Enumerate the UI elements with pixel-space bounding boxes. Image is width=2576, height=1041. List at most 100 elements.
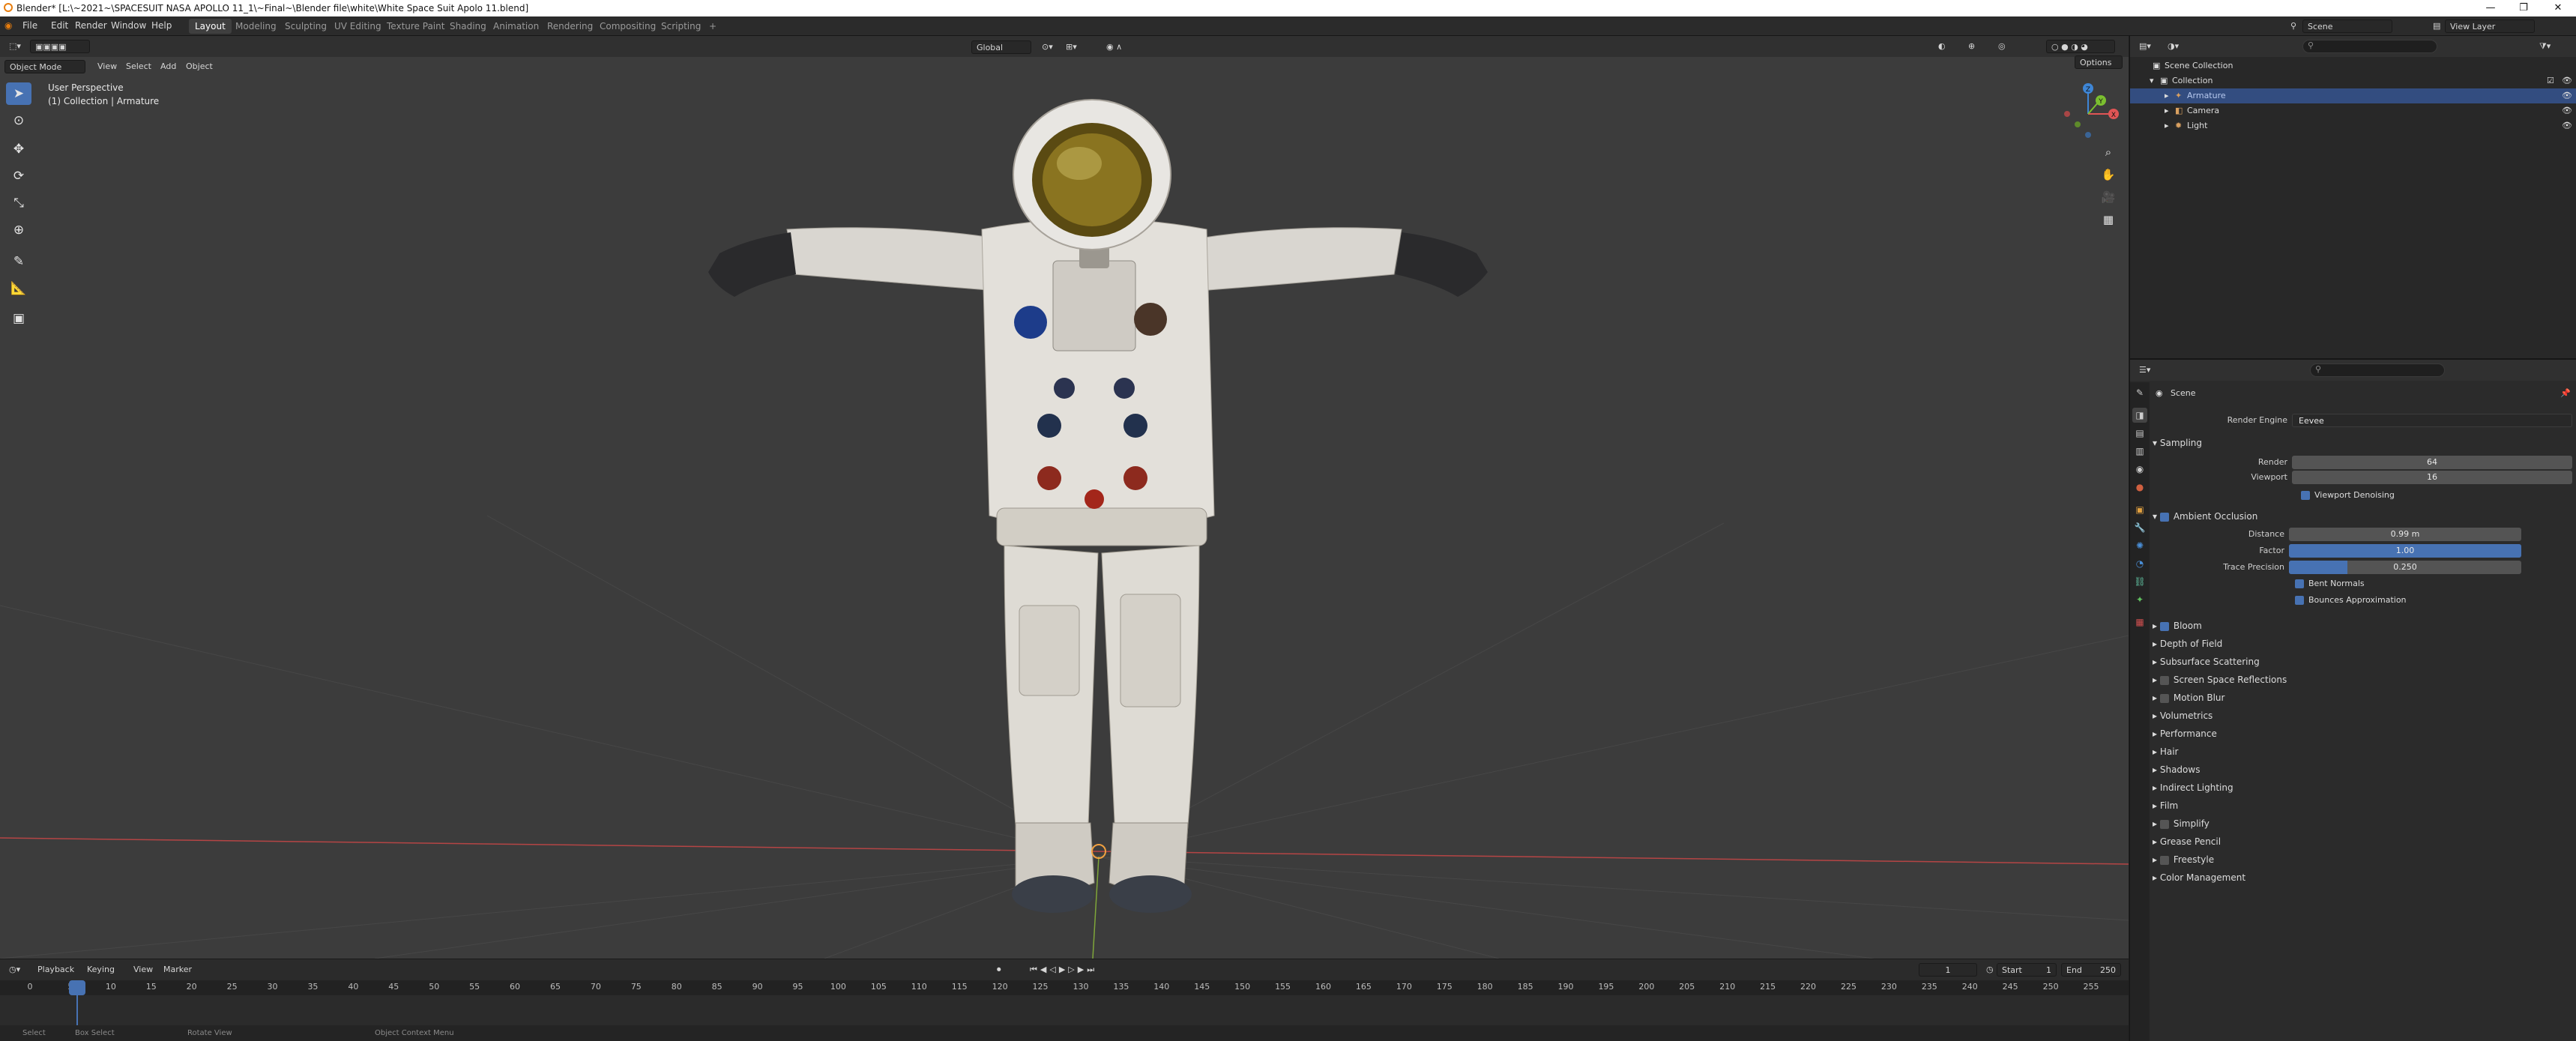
bent-normals-checkbox[interactable]: Bent Normals — [2295, 579, 2365, 588]
property-panel-header[interactable]: ▸ Screen Space Reflections — [2153, 672, 2572, 688]
view-layer-tab-icon[interactable]: ▥ — [2132, 444, 2147, 459]
start-frame-field[interactable]: Start 1 — [1997, 963, 2057, 977]
checkbox-icon[interactable] — [2159, 855, 2169, 865]
sampling-panel-header[interactable]: ▾ Sampling — [2153, 435, 2572, 451]
menu-window[interactable]: Window — [111, 20, 146, 31]
property-panel-header[interactable]: ▸ Indirect Lighting — [2153, 779, 2572, 796]
gizmo-toggle-icon[interactable]: ⊕ — [1964, 40, 1979, 53]
perspective-toggle-icon[interactable]: ▦ — [2099, 210, 2118, 229]
menu-file[interactable]: File — [22, 20, 37, 31]
spacesuit-model[interactable] — [708, 99, 1488, 913]
menu-add[interactable]: Add — [156, 60, 181, 73]
menu-help[interactable]: Help — [151, 20, 172, 31]
scale-tool-button[interactable]: ⤡ — [6, 192, 31, 214]
tab-modeling[interactable]: Modeling — [229, 19, 283, 34]
playback-controls[interactable]: ⏮◀◁▶▷▶⏭ — [1025, 963, 1102, 977]
pin-icon[interactable]: 📌 — [2560, 388, 2571, 398]
maximize-button[interactable]: ❐ — [2506, 0, 2541, 16]
outliner-row[interactable]: ▣ Scene Collection — [2130, 58, 2576, 73]
property-panel-header[interactable]: ▸ Hair — [2153, 743, 2572, 760]
checkbox-checked-icon[interactable] — [2159, 512, 2169, 522]
editor-type-icon[interactable]: ⬚▾ — [4, 40, 25, 53]
menu-render[interactable]: Render — [75, 20, 107, 31]
timeline-editor-type-icon[interactable]: ◷▾ — [4, 963, 25, 977]
tab-sculpting[interactable]: Sculpting — [279, 19, 333, 34]
transform-tool-button[interactable]: ⊕ — [6, 219, 31, 241]
shading-mode-buttons[interactable]: ○ ● ◑ ◕ — [2046, 40, 2115, 53]
property-panel-header[interactable]: ▸ Film — [2153, 797, 2572, 814]
checkbox-icon[interactable]: ☑ — [2547, 73, 2554, 88]
property-panel-header[interactable]: ▸ Color Management — [2153, 869, 2572, 886]
blender-menu-icon[interactable]: ◉ — [4, 20, 12, 31]
minimize-button[interactable]: — — [2473, 0, 2508, 16]
ao-distance-field[interactable]: 0.99 m — [2289, 528, 2521, 541]
tab-texture-paint[interactable]: Texture Paint — [381, 19, 450, 34]
eye-icon[interactable]: 👁 — [2562, 103, 2572, 118]
tab-rendering[interactable]: Rendering — [541, 19, 599, 34]
property-panel-header[interactable]: ▸ Freestyle — [2153, 851, 2572, 868]
3d-viewport[interactable]: X Z Y ⬚▾ ▣▣▣▣ ◐ ⊕ ◎ ○ ● ◑ ◕ Options Obje… — [0, 36, 2129, 959]
checkbox-icon[interactable] — [2159, 819, 2169, 829]
expand-arrow-icon[interactable]: ▸ — [2165, 118, 2169, 133]
checkbox-icon[interactable] — [2159, 621, 2169, 631]
ao-trace-precision-slider[interactable]: 0.250 — [2289, 561, 2521, 574]
measure-tool-button[interactable]: 📐 — [6, 277, 31, 300]
ao-factor-slider[interactable]: 1.00 — [2289, 544, 2521, 558]
end-frame-field[interactable]: End 250 — [2061, 963, 2121, 977]
property-panel-header[interactable]: ▸ Bloom — [2153, 618, 2572, 634]
cursor-tool-button[interactable]: ⊙ — [6, 109, 31, 132]
view-layer-icon[interactable]: ▤ — [2428, 19, 2445, 33]
object-tab-icon[interactable]: ▣ — [2132, 502, 2147, 517]
outliner-row[interactable]: ▸ ◧ Camera 👁 — [2130, 103, 2576, 118]
outliner-row-selected[interactable]: ▸ ✦ Armature 👁 — [2130, 88, 2576, 103]
object-mode-dropdown[interactable]: Object Mode — [4, 60, 85, 73]
tab-scripting[interactable]: Scripting — [655, 19, 707, 34]
filter-icon[interactable]: ⧩▾ — [2535, 40, 2555, 53]
eye-icon[interactable]: 👁 — [2562, 118, 2572, 133]
camera-view-icon[interactable]: 🎥 — [2099, 187, 2118, 207]
navigation-gizmo[interactable]: X Z Y — [2064, 83, 2119, 138]
property-panel-header[interactable]: ▸ Grease Pencil — [2153, 833, 2572, 850]
physics-tab-icon[interactable]: ◔ — [2132, 556, 2147, 571]
menu-playback[interactable]: Playback — [33, 963, 79, 977]
property-panel-header[interactable]: ▸ Performance — [2153, 725, 2572, 742]
rotate-tool-button[interactable]: ⟳ — [6, 165, 31, 187]
properties-search-input[interactable]: ⚲ — [2310, 363, 2445, 377]
outliner-row[interactable]: ▸ ✹ Light 👁 — [2130, 118, 2576, 133]
viewport-samples-field[interactable]: 16 — [2292, 471, 2572, 484]
checkbox-icon[interactable] — [2159, 693, 2169, 703]
zoom-icon[interactable]: ⌕ — [2099, 142, 2118, 162]
add-workspace-button[interactable]: + — [703, 19, 723, 34]
menu-marker[interactable]: Marker — [159, 963, 196, 977]
tab-uv-editing[interactable]: UV Editing — [328, 19, 387, 34]
scene-icon[interactable]: ⚲ — [2286, 19, 2301, 33]
view-layer-selector[interactable]: View Layer — [2445, 19, 2535, 33]
close-button[interactable]: ✕ — [2541, 0, 2575, 16]
render-engine-dropdown[interactable]: Eevee — [2292, 414, 2572, 427]
property-panel-header[interactable]: ▸ Depth of Field — [2153, 636, 2572, 652]
clock-icon[interactable]: ◷ — [1982, 963, 1998, 977]
scene-tab-icon[interactable]: ◉ — [2132, 462, 2147, 477]
snap-icon[interactable]: ⊞▾ — [1061, 40, 1082, 54]
menu-timeline-view[interactable]: View — [129, 963, 157, 977]
visibility-icon[interactable]: ◐ — [1934, 40, 1950, 53]
pan-hand-icon[interactable]: ✋ — [2099, 165, 2118, 184]
add-cube-tool-button[interactable]: ▣ — [6, 307, 31, 330]
record-button[interactable]: ⏺ — [992, 963, 1006, 977]
data-tab-icon[interactable]: ✦ — [2132, 592, 2147, 607]
menu-keying[interactable]: Keying — [82, 963, 119, 977]
world-tab-icon[interactable]: ● — [2132, 480, 2147, 495]
property-panel-header[interactable]: ▸ Motion Blur — [2153, 690, 2572, 706]
tab-layout[interactable]: Layout — [189, 19, 232, 34]
properties-editor-type-icon[interactable]: ☰▾ — [2135, 363, 2155, 377]
modifier-tab-icon[interactable]: 🔧 — [2132, 520, 2147, 535]
frame-ruler[interactable]: 0151015202530354045505560657075808590951… — [0, 980, 2129, 995]
proportional-edit-icon[interactable]: ◉ ∧ — [1102, 40, 1126, 54]
options-dropdown[interactable]: Options — [2075, 55, 2123, 69]
eye-icon[interactable]: 👁 — [2562, 88, 2572, 103]
select-mode-buttons[interactable]: ▣▣▣▣ — [30, 40, 90, 53]
ambient-occlusion-panel-header[interactable]: ▾ Ambient Occlusion — [2153, 508, 2572, 525]
output-tab-icon[interactable]: ▤ — [2132, 426, 2147, 441]
menu-edit[interactable]: Edit — [51, 20, 68, 31]
bounces-approx-checkbox[interactable]: Bounces Approximation — [2295, 595, 2407, 605]
